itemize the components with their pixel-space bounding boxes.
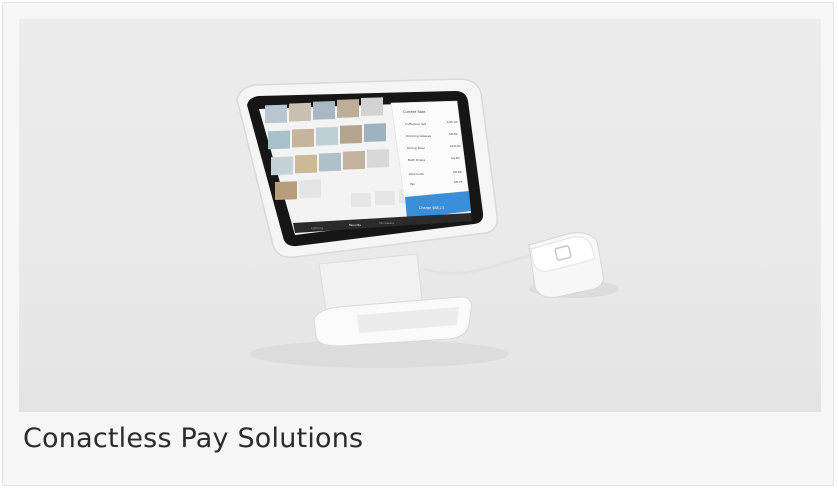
- sale-line-price: $8.00: [449, 132, 458, 136]
- tax-label: Tax: [409, 182, 415, 186]
- tab-favorite[interactable]: Favorite: [349, 223, 361, 227]
- sale-line-name: Bath Drape: [408, 158, 425, 162]
- discounts-label: Discounts: [409, 172, 424, 176]
- sale-line-price: $4.60: [451, 156, 460, 160]
- sale-line-name: Drinking Glasses: [406, 134, 432, 138]
- card-reader: [528, 232, 604, 298]
- tab-storeware[interactable]: Storeware: [379, 221, 394, 225]
- card-caption[interactable]: Conactless Pay Solutions: [23, 423, 363, 454]
- current-sale-panel: Current Sale Coffeecup Set $45.00 Drinki…: [390, 100, 470, 204]
- charge-label: Charge $88.13: [419, 206, 444, 210]
- current-sale-label: Current Sale: [403, 110, 426, 114]
- sale-line-name: Coffeecup Set: [405, 122, 427, 126]
- product-photo: Current Sale Coffeecup Set $45.00 Drinki…: [19, 19, 821, 412]
- tab-lighting[interactable]: Lighting: [311, 226, 323, 230]
- sale-line-price: $18.00: [450, 144, 461, 148]
- pos-device-illustration: Current Sale Coffeecup Set $45.00 Drinki…: [236, 78, 619, 368]
- tax-value: $6.75: [454, 180, 463, 184]
- sale-line-name: Dining Bowl: [407, 146, 425, 150]
- product-card[interactable]: Current Sale Coffeecup Set $45.00 Drinki…: [2, 2, 834, 486]
- discounts-value: $9.00: [453, 170, 462, 174]
- sale-line-price: $45.00: [447, 120, 458, 124]
